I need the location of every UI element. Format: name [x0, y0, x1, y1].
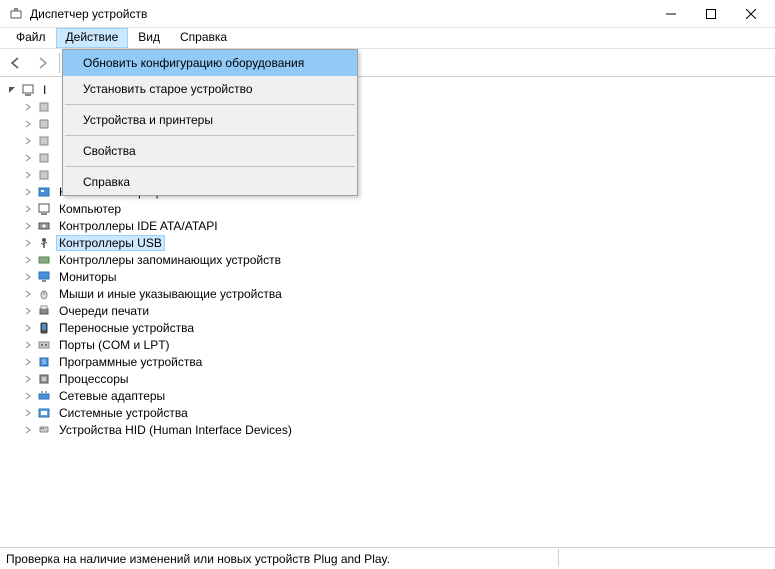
- dropdown-refresh[interactable]: Обновить конфигурацию оборудования: [63, 50, 357, 76]
- tree-item[interactable]: Устройства HID (Human Interface Devices): [0, 421, 775, 438]
- computer-icon: [36, 201, 52, 217]
- chevron-right-icon[interactable]: [22, 356, 34, 368]
- chevron-right-icon[interactable]: [22, 152, 34, 164]
- chevron-right-icon[interactable]: [22, 390, 34, 402]
- expand-icon[interactable]: [6, 84, 18, 96]
- chevron-right-icon[interactable]: [22, 271, 34, 283]
- dropdown-help[interactable]: Справка: [63, 169, 357, 195]
- tree-item-label: Контроллеры запоминающих устройств: [56, 253, 284, 267]
- tree-item-label: Мониторы: [56, 270, 119, 284]
- tree-item-label: Системные устройства: [56, 406, 191, 420]
- chevron-right-icon[interactable]: [22, 101, 34, 113]
- cpu-icon: [36, 371, 52, 387]
- tree-item[interactable]: S Программные устройства: [0, 353, 775, 370]
- portable-icon: [36, 320, 52, 336]
- maximize-button[interactable]: [691, 0, 731, 28]
- chevron-right-icon[interactable]: [22, 407, 34, 419]
- chevron-right-icon[interactable]: [22, 305, 34, 317]
- tree-item-label: Компьютер: [56, 202, 124, 216]
- menu-help[interactable]: Справка: [170, 28, 237, 48]
- chevron-right-icon[interactable]: [22, 288, 34, 300]
- usb-icon: [36, 235, 52, 251]
- tree-item-label: Сетевые адаптеры: [56, 389, 168, 403]
- softdev-icon: S: [36, 354, 52, 370]
- tree-item-label: Контроллеры IDE ATA/ATAPI: [56, 219, 221, 233]
- menu-bar: Файл Действие Вид Справка: [0, 28, 775, 49]
- ide-icon: [36, 218, 52, 234]
- chevron-right-icon[interactable]: [22, 118, 34, 130]
- tree-item[interactable]: Мыши и иные указывающие устройства: [0, 285, 775, 302]
- dropdown-separator: [65, 135, 355, 136]
- dropdown-separator: [65, 104, 355, 105]
- tree-item[interactable]: Переносные устройства: [0, 319, 775, 336]
- app-icon: [8, 6, 24, 22]
- tree-item-label: Устройства HID (Human Interface Devices): [56, 423, 295, 437]
- chevron-right-icon[interactable]: [22, 186, 34, 198]
- close-button[interactable]: [731, 0, 771, 28]
- dropdown-properties[interactable]: Свойства: [63, 138, 357, 164]
- window-controls: [651, 0, 771, 28]
- action-dropdown: Обновить конфигурацию оборудования Устан…: [62, 49, 358, 196]
- mouse-icon: [36, 286, 52, 302]
- port-icon: [36, 337, 52, 353]
- tree-item-label: Контроллеры USB: [56, 235, 165, 251]
- device-icon: [36, 150, 52, 166]
- storage-icon: [36, 252, 52, 268]
- hid-icon: [36, 422, 52, 438]
- toolbar-separator: [59, 53, 60, 73]
- computer-icon: [20, 82, 36, 98]
- window-title: Диспетчер устройств: [30, 7, 651, 21]
- status-text: Проверка на наличие изменений или новых …: [6, 552, 390, 566]
- status-bar: Проверка на наличие изменений или новых …: [0, 547, 775, 569]
- chevron-right-icon[interactable]: [22, 339, 34, 351]
- tree-item[interactable]: Контроллеры USB: [0, 234, 775, 251]
- tree-item[interactable]: Мониторы: [0, 268, 775, 285]
- chevron-right-icon[interactable]: [22, 322, 34, 334]
- tree-item-label: Мыши и иные указывающие устройства: [56, 287, 285, 301]
- chevron-right-icon[interactable]: [22, 373, 34, 385]
- device-icon: [36, 167, 52, 183]
- tree-item[interactable]: Сетевые адаптеры: [0, 387, 775, 404]
- device-icon: [36, 133, 52, 149]
- software-icon: [36, 184, 52, 200]
- tree-item-label: Переносные устройства: [56, 321, 197, 335]
- network-icon: [36, 388, 52, 404]
- tree-item-label: Очереди печати: [56, 304, 152, 318]
- menu-view[interactable]: Вид: [128, 28, 170, 48]
- menu-action[interactable]: Действие: [56, 28, 129, 48]
- tree-item[interactable]: Порты (COM и LPT): [0, 336, 775, 353]
- tree-root-label: I: [40, 83, 49, 97]
- minimize-button[interactable]: [651, 0, 691, 28]
- dropdown-devices-printers[interactable]: Устройства и принтеры: [63, 107, 357, 133]
- chevron-right-icon[interactable]: [22, 254, 34, 266]
- tree-item-label: Программные устройства: [56, 355, 205, 369]
- monitor-icon: [36, 269, 52, 285]
- tree-item-label: Процессоры: [56, 372, 132, 386]
- title-bar: Диспетчер устройств: [0, 0, 775, 28]
- device-icon: [36, 99, 52, 115]
- svg-text:S: S: [42, 360, 46, 366]
- tree-item[interactable]: Процессоры: [0, 370, 775, 387]
- tree-item[interactable]: Контроллеры запоминающих устройств: [0, 251, 775, 268]
- system-icon: [36, 405, 52, 421]
- tree-item-label: Порты (COM и LPT): [56, 338, 173, 352]
- dropdown-separator: [65, 166, 355, 167]
- chevron-right-icon[interactable]: [22, 169, 34, 181]
- tree-item[interactable]: Компьютер: [0, 200, 775, 217]
- tree-item[interactable]: Контроллеры IDE ATA/ATAPI: [0, 217, 775, 234]
- chevron-right-icon[interactable]: [22, 203, 34, 215]
- back-button[interactable]: [4, 51, 28, 75]
- dropdown-add-legacy[interactable]: Установить старое устройство: [63, 76, 357, 102]
- printer-icon: [36, 303, 52, 319]
- menu-file[interactable]: Файл: [6, 28, 56, 48]
- chevron-right-icon[interactable]: [22, 237, 34, 249]
- device-icon: [36, 116, 52, 132]
- forward-button[interactable]: [30, 51, 54, 75]
- chevron-right-icon[interactable]: [22, 135, 34, 147]
- status-separator: [558, 549, 559, 567]
- chevron-right-icon[interactable]: [22, 220, 34, 232]
- tree-item[interactable]: Очереди печати: [0, 302, 775, 319]
- chevron-right-icon[interactable]: [22, 424, 34, 436]
- tree-item[interactable]: Системные устройства: [0, 404, 775, 421]
